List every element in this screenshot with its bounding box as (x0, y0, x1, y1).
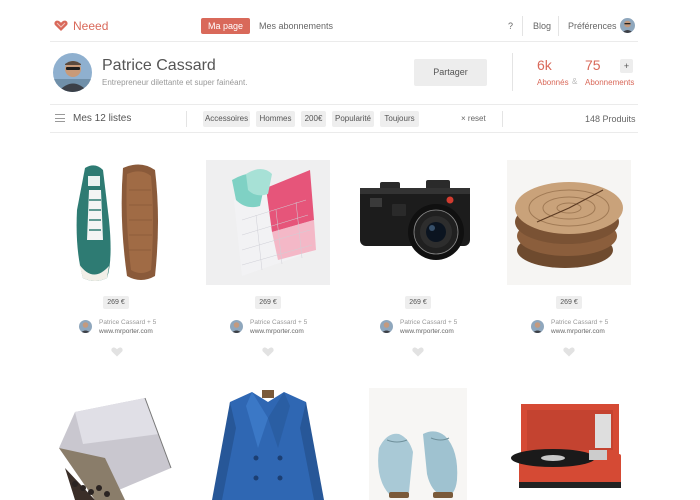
product-image-sneakers[interactable] (55, 160, 179, 285)
product-image-wood-slices[interactable] (507, 160, 631, 285)
menu-icon[interactable] (55, 114, 65, 122)
following-count[interactable]: 75 (585, 57, 601, 73)
heart-icon[interactable] (412, 347, 424, 357)
divider (50, 41, 638, 42)
ampersand: & (572, 77, 578, 86)
product-image-blue-coat[interactable] (206, 388, 330, 500)
product-image-scarf[interactable] (55, 388, 179, 500)
card-user[interactable]: Patrice Cassard + 5 (99, 319, 156, 326)
reset-label: reset (467, 114, 486, 123)
filter-chip-price[interactable]: 200€ (301, 111, 326, 127)
card-user[interactable]: Patrice Cassard + 5 (400, 319, 457, 326)
filter-chip-always[interactable]: Toujours (380, 111, 419, 127)
followers-label[interactable]: Abonnés (537, 78, 569, 87)
price-badge: 269 € (255, 296, 281, 309)
card-site[interactable]: www.mrporter.com (551, 328, 605, 335)
divider (512, 53, 513, 91)
nav-divider (558, 16, 559, 36)
nav-blog[interactable]: Blog (533, 21, 551, 31)
price-badge: 269 € (405, 296, 431, 309)
followers-count[interactable]: 6k (537, 57, 552, 73)
divider (50, 132, 638, 133)
heart-logo-icon[interactable] (54, 20, 68, 32)
filter-chip-accessories[interactable]: Accessoires (203, 111, 250, 127)
share-button[interactable]: Partager (414, 59, 487, 86)
card-user[interactable]: Patrice Cassard + 5 (551, 319, 608, 326)
divider (50, 104, 638, 105)
card-site[interactable]: www.mrporter.com (400, 328, 454, 335)
profile-name: Patrice Cassard (102, 57, 216, 74)
avatar[interactable] (79, 320, 92, 333)
lists-title[interactable]: Mes 12 listes (73, 113, 131, 124)
filter-chip-men[interactable]: Hommes (256, 111, 295, 127)
nav-subscriptions[interactable]: Mes abonnements (259, 21, 333, 31)
product-image-blue-shoes[interactable] (369, 388, 467, 500)
following-label[interactable]: Abonnements (585, 78, 634, 87)
product-image-camera[interactable] (356, 160, 480, 285)
nav-my-page[interactable]: Ma page (201, 18, 250, 34)
nav-preferences[interactable]: Préférences (568, 21, 617, 31)
heart-icon[interactable] (262, 347, 274, 357)
profile-avatar (53, 53, 92, 92)
heart-icon[interactable] (563, 347, 575, 357)
product-image-bedding[interactable] (206, 160, 330, 285)
divider (186, 111, 187, 127)
close-icon: × (461, 114, 466, 123)
profile-bio: Entrepreneur dilettante et super fainéan… (102, 78, 248, 87)
reset-button[interactable]: × reset (461, 114, 486, 123)
heart-icon[interactable] (111, 347, 123, 357)
follow-plus-button[interactable]: + (620, 59, 633, 73)
product-count: 148 Produits (585, 114, 636, 124)
top-navigation: Neeed Ma page Mes abonnements ? Blog Pré… (50, 12, 638, 40)
price-badge: 269 € (556, 296, 582, 309)
price-badge: 269 € (103, 296, 129, 309)
avatar[interactable] (531, 320, 544, 333)
card-site[interactable]: www.mrporter.com (250, 328, 304, 335)
avatar[interactable] (230, 320, 243, 333)
user-avatar[interactable] (620, 18, 635, 33)
product-image-record-player[interactable] (507, 388, 631, 500)
logo-text[interactable]: Neeed (73, 19, 108, 33)
nav-help[interactable]: ? (508, 21, 513, 31)
avatar[interactable] (380, 320, 393, 333)
card-user[interactable]: Patrice Cassard + 5 (250, 319, 307, 326)
card-site[interactable]: www.mrporter.com (99, 328, 153, 335)
nav-divider (522, 16, 523, 36)
divider (502, 111, 503, 127)
filter-chip-popularity[interactable]: Popularité (332, 111, 374, 127)
